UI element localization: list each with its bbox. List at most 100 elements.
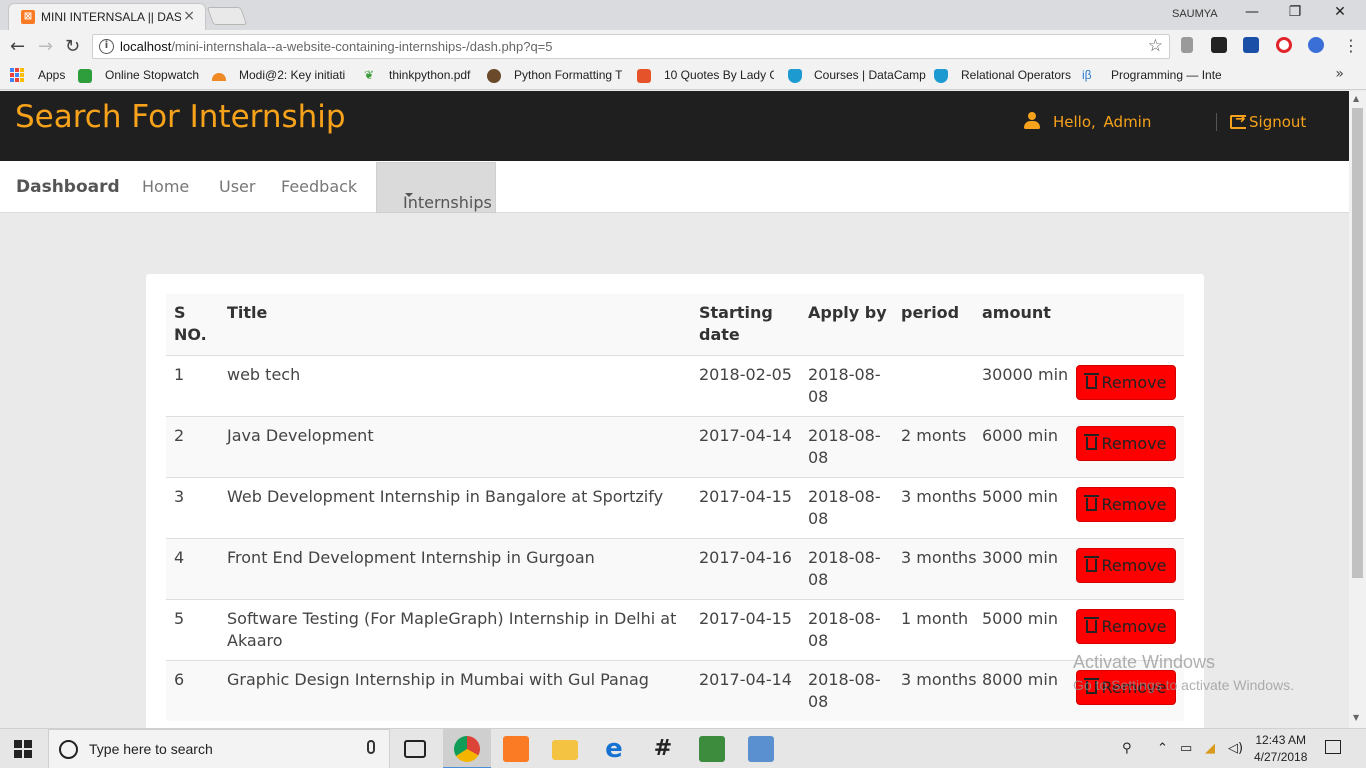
cell-title: Web Development Internship in Bangalore … bbox=[227, 487, 664, 506]
remove-button[interactable]: Remove bbox=[1076, 426, 1176, 461]
xampp-icon[interactable] bbox=[503, 736, 529, 762]
bookmarks-bar: Apps Online Stopwatch Modi@2: Key initia… bbox=[0, 63, 1366, 90]
table-row: 3 Web Development Internship in Bangalor… bbox=[166, 477, 1184, 538]
opera-icon[interactable] bbox=[1276, 37, 1292, 53]
close-window-button[interactable]: ✕ bbox=[1318, 4, 1362, 24]
clock-time: 12:43 AM bbox=[1255, 733, 1307, 747]
extension-icon[interactable] bbox=[1211, 37, 1227, 53]
cell-sno: 1 bbox=[174, 365, 185, 384]
edge-icon[interactable]: e bbox=[601, 736, 627, 762]
forward-arrow-icon[interactable]: → bbox=[38, 36, 53, 57]
task-view-icon[interactable] bbox=[404, 740, 426, 758]
table-row: 1 web tech 2018-02-05 2018-08-08 30000 m… bbox=[166, 355, 1184, 416]
stopwatch-icon bbox=[78, 69, 92, 83]
battery-icon[interactable]: ▭ bbox=[1180, 741, 1192, 756]
bookmark-extension-icon[interactable] bbox=[1243, 37, 1259, 53]
windows-start-icon[interactable] bbox=[14, 740, 32, 758]
bookmark-item[interactable]: 10 Quotes By Lady G bbox=[664, 68, 774, 82]
notifications-icon[interactable] bbox=[1325, 740, 1341, 754]
microphone-icon[interactable] bbox=[367, 740, 375, 754]
menu-dots-icon[interactable]: ⋮ bbox=[1343, 36, 1359, 55]
wifi-icon[interactable]: ◢ bbox=[1205, 741, 1215, 756]
cell-title: web tech bbox=[227, 365, 301, 384]
file-explorer-icon[interactable] bbox=[552, 740, 578, 760]
cell-starting-date: 2017-04-15 bbox=[699, 487, 792, 506]
col-header-period: period bbox=[901, 303, 960, 322]
table-row: 2 Java Development 2017-04-14 2018-08-08… bbox=[166, 416, 1184, 477]
chevron-up-icon[interactable]: ⌃ bbox=[1157, 741, 1168, 756]
cell-amount: 5000 min bbox=[982, 609, 1058, 628]
site-title[interactable]: Search For Internship bbox=[15, 99, 346, 135]
apps-grid-icon[interactable] bbox=[10, 68, 24, 82]
narendra-modi-icon bbox=[212, 73, 226, 81]
internships-panel: S NO. Title Starting date Apply by perio… bbox=[146, 274, 1204, 728]
cell-period: 3 months bbox=[901, 487, 977, 506]
python-icon bbox=[487, 69, 501, 83]
remove-button[interactable]: Remove bbox=[1076, 365, 1176, 400]
bookmark-item[interactable]: Relational Operators bbox=[961, 68, 1071, 82]
info-icon[interactable]: i bbox=[99, 39, 114, 54]
scroll-down-icon[interactable]: ▼ bbox=[1353, 713, 1359, 722]
nav-internships-dropdown[interactable]: Internships bbox=[376, 162, 496, 213]
browser-toolbar: ← → ↻ i localhost/mini-internshala--a-we… bbox=[0, 30, 1366, 63]
table-row: 4 Front End Development Internship in Gu… bbox=[166, 538, 1184, 599]
scrollbar-thumb[interactable] bbox=[1352, 108, 1363, 578]
bookmark-star-icon[interactable]: ☆ bbox=[1148, 36, 1163, 56]
internships-table: S NO. Title Starting date Apply by perio… bbox=[166, 294, 1184, 721]
people-icon[interactable]: ⚲ bbox=[1122, 741, 1132, 756]
cell-apply-by: 2018-08-08 bbox=[808, 548, 881, 589]
taskbar-search[interactable]: Type here to search bbox=[48, 729, 390, 768]
cell-sno: 2 bbox=[174, 426, 185, 445]
more-bookmarks-icon[interactable]: » bbox=[1335, 66, 1344, 82]
extension-icon[interactable] bbox=[1308, 37, 1324, 53]
bookmark-item[interactable]: Courses | DataCamp bbox=[814, 68, 926, 82]
cell-period: 3 months bbox=[901, 548, 977, 567]
bookmark-item[interactable]: thinkpython.pdf bbox=[389, 68, 470, 82]
chart-app-icon[interactable] bbox=[699, 736, 725, 762]
system-clock[interactable]: 12:43 AM 4/27/2018 bbox=[1254, 732, 1307, 766]
activate-windows-subtitle: Go to Settings to activate Windows. bbox=[1073, 677, 1294, 693]
cell-period: 2 monts bbox=[901, 426, 967, 445]
paint-icon[interactable] bbox=[748, 736, 774, 762]
bookmark-item[interactable]: Modi@2: Key initiati bbox=[239, 68, 347, 82]
cell-amount: 5000 min bbox=[982, 487, 1058, 506]
bookmark-item[interactable]: Python Formatting T bbox=[514, 68, 622, 82]
remove-button[interactable]: Remove bbox=[1076, 487, 1176, 522]
bookmark-item[interactable]: Programming — Inte bbox=[1111, 68, 1221, 82]
nav-user[interactable]: User bbox=[219, 177, 255, 196]
cell-starting-date: 2017-04-16 bbox=[699, 548, 792, 567]
restore-button[interactable]: ❐ bbox=[1273, 4, 1317, 24]
trash-icon bbox=[1083, 434, 1099, 450]
page-scrollbar[interactable]: ▲ ▼ bbox=[1349, 91, 1366, 728]
extension-icon[interactable] bbox=[1181, 37, 1193, 53]
leaf-icon: ❦ bbox=[364, 68, 375, 82]
browser-tab[interactable]: ⊠ MINI INTERNSALA || DAS × bbox=[8, 3, 206, 30]
profile-name[interactable]: SAUMYA bbox=[1172, 8, 1218, 20]
url-text[interactable]: localhost/mini-internshala--a-website-co… bbox=[120, 39, 553, 54]
volume-icon[interactable]: ◁) bbox=[1228, 741, 1243, 756]
windows-taskbar: Type here to search e # ⚲ ⌃ ▭ ◢ ◁) 12:43… bbox=[0, 728, 1366, 768]
minimize-button[interactable]: — bbox=[1230, 4, 1274, 24]
nav-feedback[interactable]: Feedback bbox=[281, 177, 357, 196]
address-bar[interactable]: i localhost/mini-internshala--a-website-… bbox=[92, 34, 1170, 59]
cell-title: Java Development bbox=[227, 426, 374, 445]
chrome-icon[interactable] bbox=[454, 736, 480, 762]
new-tab-button[interactable] bbox=[206, 7, 248, 25]
bookmark-apps[interactable]: Apps bbox=[38, 68, 65, 82]
signout-link[interactable]: Signout bbox=[1230, 112, 1306, 131]
bookmark-item[interactable]: Online Stopwatch bbox=[105, 68, 199, 82]
clock-date: 4/27/2018 bbox=[1254, 750, 1308, 764]
back-arrow-icon[interactable]: ← bbox=[10, 36, 25, 57]
reload-icon[interactable]: ↻ bbox=[65, 36, 80, 57]
slack-icon[interactable]: # bbox=[650, 736, 676, 762]
remove-button[interactable]: Remove bbox=[1076, 548, 1176, 583]
nav-brand-dashboard[interactable]: Dashboard bbox=[16, 177, 120, 197]
remove-button[interactable]: Remove bbox=[1076, 609, 1176, 644]
nav-home[interactable]: Home bbox=[142, 177, 189, 196]
cell-apply-by: 2018-08-08 bbox=[808, 426, 881, 467]
cortana-circle-icon bbox=[59, 740, 78, 759]
col-header-amount: amount bbox=[982, 303, 1051, 322]
scroll-up-icon[interactable]: ▲ bbox=[1353, 94, 1359, 103]
tab-close-icon[interactable]: × bbox=[183, 8, 195, 24]
col-header-sno: S NO. bbox=[174, 303, 207, 344]
